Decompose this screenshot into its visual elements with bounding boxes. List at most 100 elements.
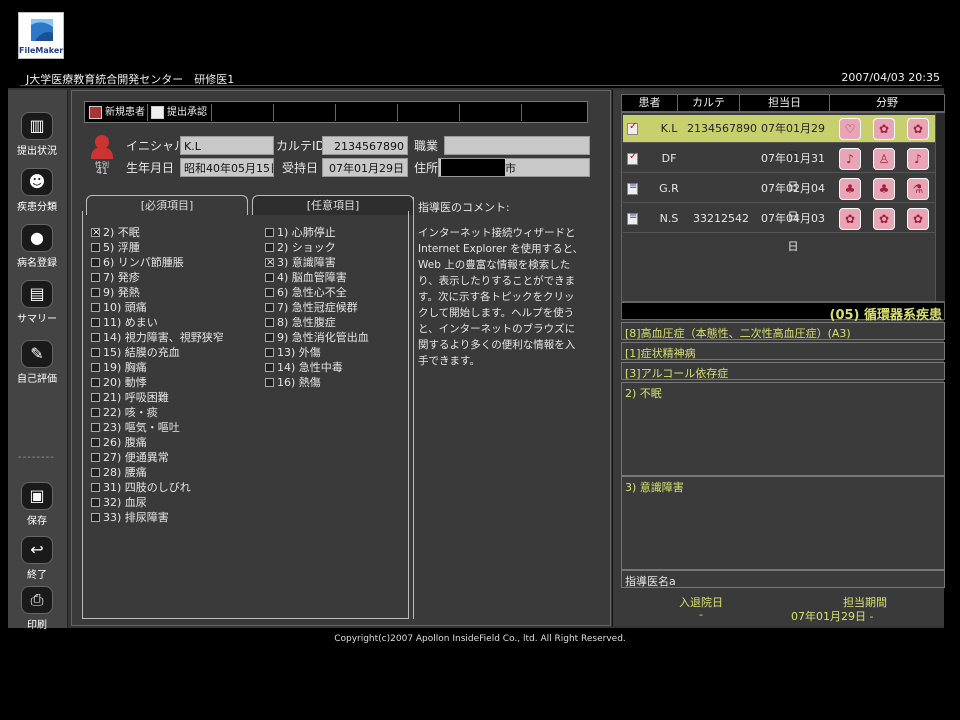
field-organ-icon[interactable]: ♡ [839,118,861,140]
symptom-item[interactable]: 26) 腹痛 [91,435,224,450]
symptom-item[interactable]: 15) 結膜の充血 [91,345,224,360]
col-patient[interactable]: 患者 [622,95,678,111]
symptom-checkbox[interactable] [265,378,274,387]
symptom-item[interactable]: 4) 脳血管障害 [265,270,369,285]
symptom-item[interactable]: 23) 嘔気・嘔吐 [91,420,224,435]
print-button[interactable]: ⎙ 印刷 [12,584,62,631]
symptom-checkbox[interactable] [91,273,100,282]
field-organ-icon[interactable]: ⚗ [907,178,929,200]
symptom-checkbox[interactable] [91,303,100,312]
symptom-item[interactable]: 28) 腰痛 [91,465,224,480]
symptom-item[interactable]: 19) 胸痛 [91,360,224,375]
symptom-item[interactable]: 32) 血尿 [91,495,224,510]
save-button[interactable]: ▣ 保存 [12,480,62,527]
symptom-checkbox[interactable] [265,333,274,342]
field-organ-icon[interactable]: ✿ [839,208,861,230]
symptom-checkbox[interactable] [91,393,100,402]
symptom-checkbox[interactable] [91,483,100,492]
exit-button[interactable]: ↩ 終了 [12,534,62,581]
nav-self-eval-button[interactable]: ✎ 自己評価 [12,338,62,385]
field-organ-icon[interactable]: ✿ [873,118,895,140]
symptom-checkbox[interactable] [91,438,100,447]
symptom-checkbox[interactable] [265,303,274,312]
field-organ-icon[interactable]: ✿ [873,208,895,230]
col-field[interactable]: 分野 [830,95,944,111]
new-patient-button[interactable]: 新規患者 [87,104,147,121]
notes-box-1[interactable]: 2) 不眠 [621,382,945,476]
symptom-item[interactable]: 1) 心肺停止 [265,225,369,240]
admit-field[interactable]: 07年01月29日 [322,158,408,177]
symptom-checkbox[interactable] [91,453,100,462]
symptom-checkbox[interactable] [91,378,100,387]
symptom-item[interactable]: 31) 四肢のしびれ [91,480,224,495]
nav-submission-status-button[interactable]: ▥ 提出状況 [12,110,62,157]
nav-disease-register-button[interactable]: ● 病名登録 [12,222,62,269]
symptom-checkbox[interactable] [91,513,100,522]
symptom-item[interactable]: 11) めまい [91,315,224,330]
symptom-checkbox[interactable] [91,348,100,357]
symptom-checkbox[interactable] [265,243,274,252]
symptom-item[interactable]: 9) 発熱 [91,285,224,300]
symptom-checkbox[interactable] [265,348,274,357]
symptom-item[interactable]: 9) 急性消化管出血 [265,330,369,345]
field-organ-icon[interactable]: ♣ [839,178,861,200]
symptom-item[interactable]: 7) 発疹 [91,270,224,285]
symptom-checkbox[interactable] [91,423,100,432]
symptom-item[interactable]: 3) 意識障害 [265,255,369,270]
col-karte[interactable]: カルテ [678,95,740,111]
symptom-item[interactable]: 10) 頭痛 [91,300,224,315]
symptom-item[interactable]: 6) 急性心不全 [265,285,369,300]
symptom-checkbox[interactable] [265,318,274,327]
symptom-item[interactable]: 13) 外傷 [265,345,369,360]
symptom-item[interactable]: 16) 熱傷 [265,375,369,390]
diagnosis-row[interactable]: [8]高血圧症（本態性、二次性高血圧症）(A3) [621,322,945,340]
patient-row[interactable]: K.L213456789007年01月29日♡✿✿ [623,115,935,163]
symptom-item[interactable]: 21) 呼吸困難 [91,390,224,405]
symptom-checkbox[interactable] [265,228,274,237]
symptom-item[interactable]: 2) 不眠 [91,225,224,240]
col-date[interactable]: 担当日 [740,95,830,111]
supervisor-name-field[interactable]: 指導医名a [621,570,945,588]
submit-approval-button[interactable]: 提出承認 [149,104,211,121]
diagnosis-row[interactable]: [3]アルコール依存症 [621,362,945,380]
symptom-checkbox[interactable] [91,408,100,417]
symptom-checkbox[interactable] [91,258,100,267]
symptom-item[interactable]: 7) 急性冠症候群 [265,300,369,315]
symptom-checkbox[interactable] [91,318,100,327]
field-organ-icon[interactable]: ♪ [907,148,929,170]
symptom-checkbox[interactable] [91,333,100,342]
symptom-item[interactable]: 27) 便通異常 [91,450,224,465]
patient-row[interactable]: N.S 33212542 07年04月03日 ✿ ✿ ✿ [623,205,935,253]
patient-row[interactable]: G.R07年02月04日♣♣⚗ [623,175,935,223]
field-organ-icon[interactable]: ✿ [907,118,929,140]
symptom-item[interactable]: 20) 動悸 [91,375,224,390]
nav-disease-class-button[interactable]: ☻ 疾患分類 [12,166,62,213]
symptom-item[interactable]: 8) 急性腹症 [265,315,369,330]
symptom-checkbox[interactable] [265,255,274,270]
notes-box-2[interactable]: 3) 意識障害 [621,476,945,570]
symptom-item[interactable]: 14) 急性中毒 [265,360,369,375]
symptom-checkbox[interactable] [91,225,100,240]
field-organ-icon[interactable]: ♙ [873,148,895,170]
dob-field[interactable]: 昭和40年05月15日 [180,158,274,177]
job-field[interactable] [444,136,590,155]
symptom-item[interactable]: 22) 咳・痰 [91,405,224,420]
karte-field[interactable]: 2134567890 [322,136,408,155]
symptom-item[interactable]: 2) ショック [265,240,369,255]
symptom-checkbox[interactable] [91,243,100,252]
field-organ-icon[interactable]: ✿ [907,208,929,230]
field-organ-icon[interactable]: ♪ [839,148,861,170]
patient-row[interactable]: DF07年01月31日♪♙♪ [623,145,935,193]
initial-field[interactable]: K.L [180,136,274,155]
symptom-checkbox[interactable] [91,363,100,372]
addr-field[interactable]: 市 [438,158,590,177]
patient-list-scrollbar[interactable] [935,113,945,301]
symptom-item[interactable]: 14) 視力障害、視野狭窄 [91,330,224,345]
symptom-checkbox[interactable] [91,498,100,507]
symptom-item[interactable]: 33) 排尿障害 [91,510,224,525]
diagnosis-row[interactable]: [1]症状精神病 [621,342,945,360]
symptom-checkbox[interactable] [265,273,274,282]
symptom-checkbox[interactable] [91,468,100,477]
symptom-item[interactable]: 6) リンパ節腫脹 [91,255,224,270]
nav-summary-button[interactable]: ▤ サマリー [12,278,62,325]
